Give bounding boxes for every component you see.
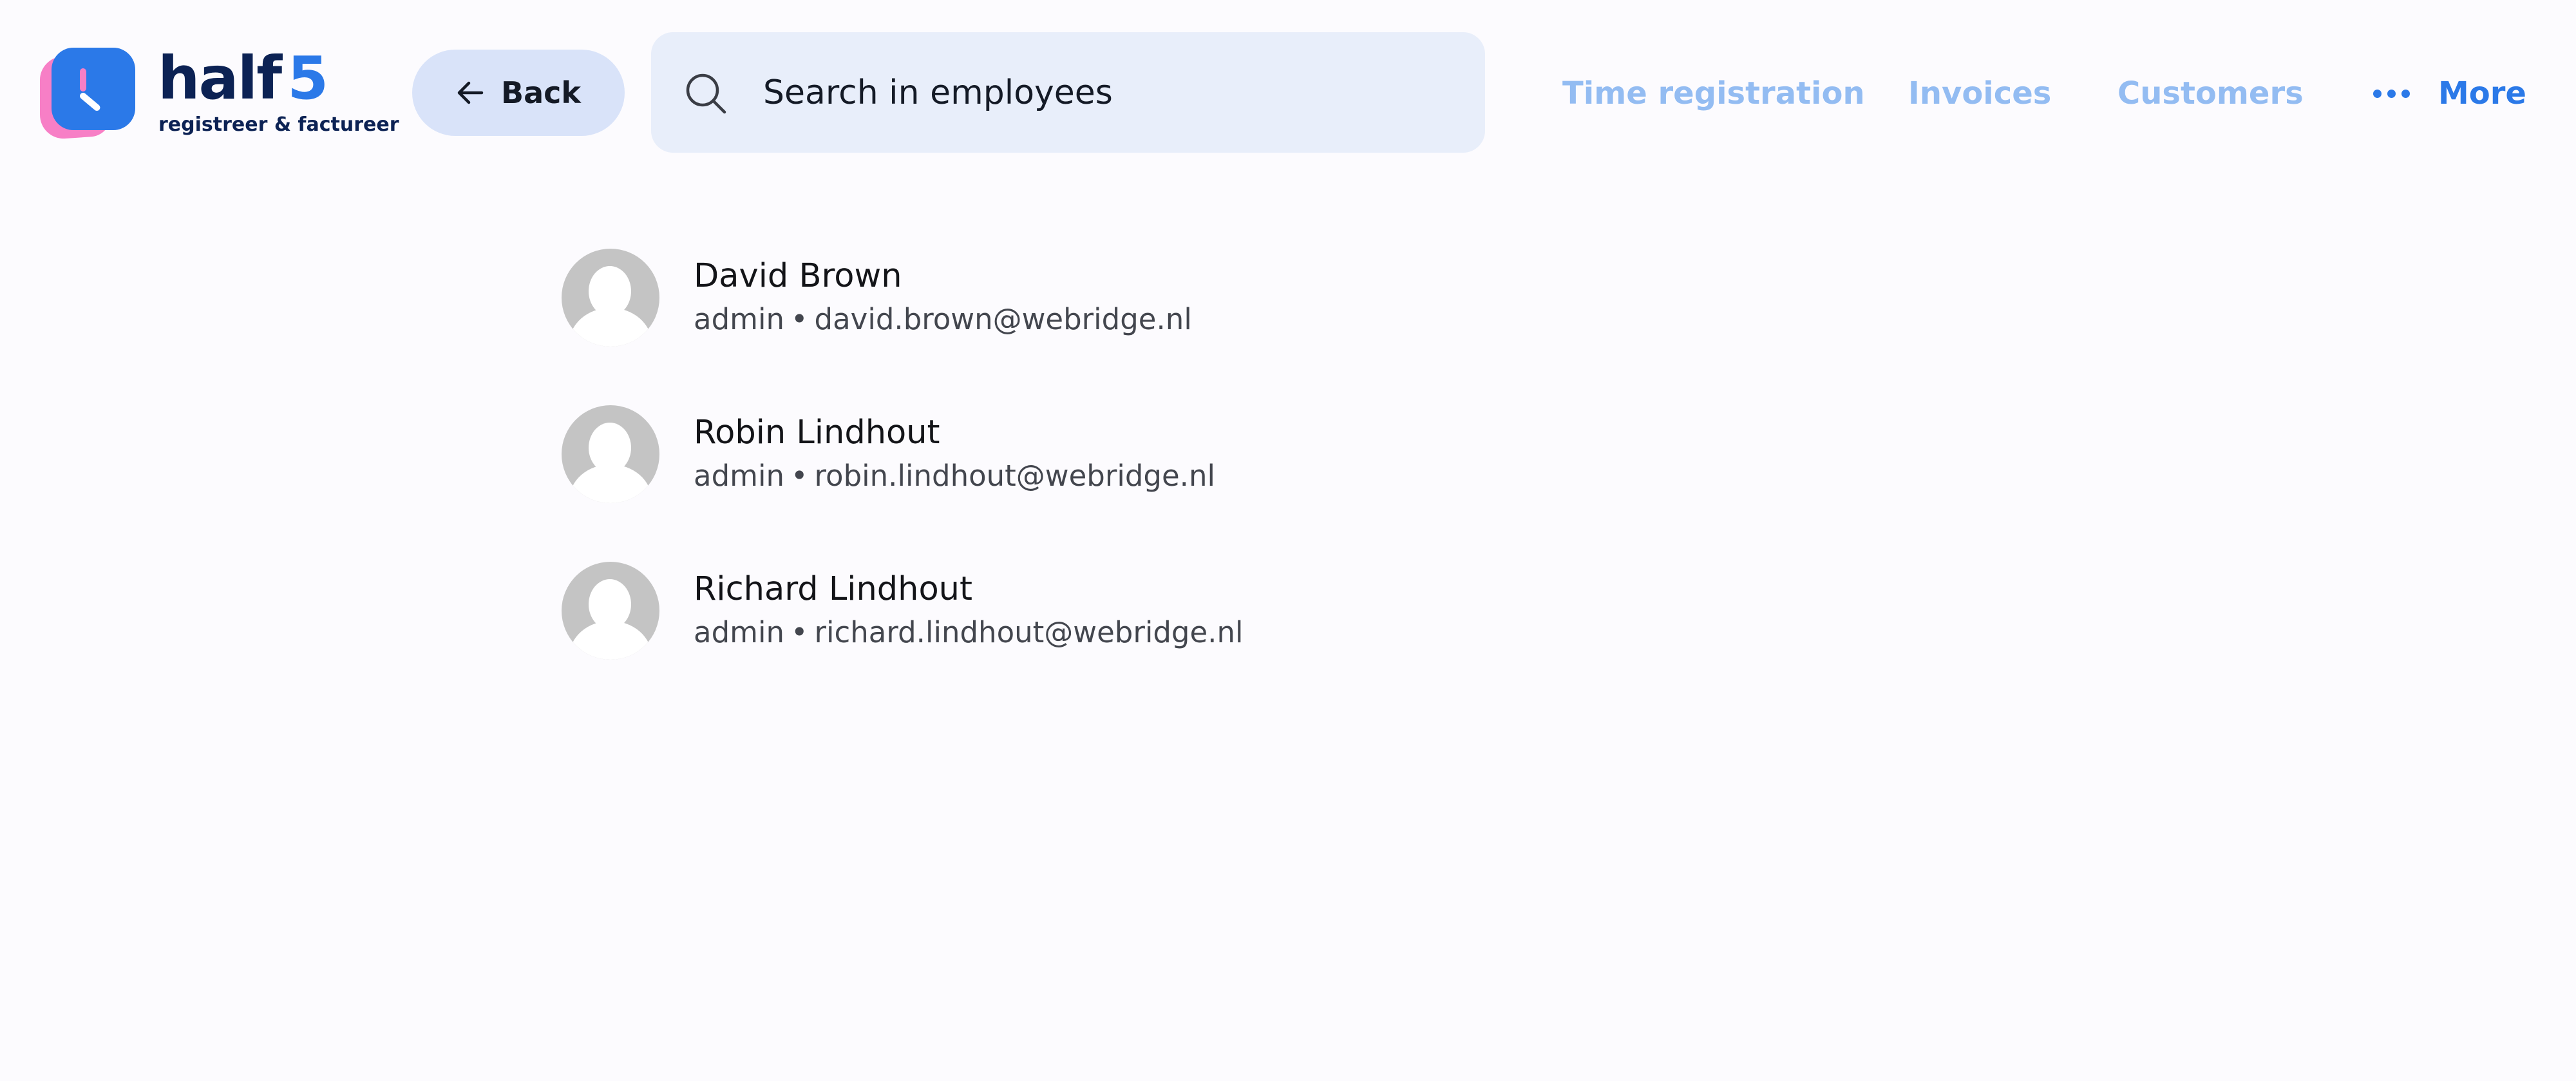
brand-number: 5 xyxy=(287,44,328,113)
employee-list: David Brown admin • david.brown@webridge.n… xyxy=(562,249,1463,718)
nav-customers[interactable]: Customers xyxy=(2117,71,2304,116)
brand-logo[interactable]: half 5 registreer & factureer xyxy=(39,46,399,143)
employee-role: admin xyxy=(694,302,784,336)
employee-row[interactable]: David Brown admin • david.brown@webridge.n… xyxy=(562,249,1463,405)
brand-wordmark: half 5 xyxy=(158,49,328,108)
avatar-placeholder-icon xyxy=(562,249,659,347)
employee-email: richard.lindhout@webridge.nl xyxy=(814,615,1244,649)
employee-meta: admin • robin.lindhout@webridge.nl xyxy=(694,458,1215,494)
avatar-placeholder-icon xyxy=(562,562,659,660)
search-box[interactable] xyxy=(651,32,1485,153)
employee-name: Robin Lindhout xyxy=(694,414,940,452)
meta-separator: • xyxy=(791,459,808,493)
employee-email: david.brown@webridge.nl xyxy=(814,302,1192,336)
employee-row[interactable]: Robin Lindhout admin • robin.lindhout@webr… xyxy=(562,405,1463,562)
brand-tagline: registreer & factureer xyxy=(158,113,399,136)
nav-time-registration[interactable]: Time registration xyxy=(1562,71,1865,116)
employee-meta: admin • david.brown@webridge.nl xyxy=(694,301,1192,338)
back-button[interactable]: Back xyxy=(412,50,625,136)
employee-name: Richard Lindhout xyxy=(694,570,973,608)
avatar-placeholder-icon xyxy=(562,405,659,503)
employee-name: David Brown xyxy=(694,257,902,295)
clock-logo-icon xyxy=(39,46,135,143)
search-icon xyxy=(683,71,730,117)
top-bar: half5 registreer & factureer Back Time r… xyxy=(0,0,2576,187)
nav-more-button[interactable]: More xyxy=(2373,71,2526,116)
brand-name: half xyxy=(158,44,282,113)
more-horizontal-icon xyxy=(2373,89,2410,98)
employee-role: admin xyxy=(694,459,784,493)
employee-meta: admin • richard.lindhout@webridge.nl xyxy=(694,615,1243,651)
meta-separator: • xyxy=(791,302,808,336)
search-input[interactable] xyxy=(763,32,1459,153)
employee-row[interactable]: Richard Lindhout admin • richard.lindhout@… xyxy=(562,562,1463,718)
back-button-label: Back xyxy=(501,75,581,110)
meta-separator: • xyxy=(791,615,808,649)
employee-role: admin xyxy=(694,615,784,649)
employee-email: robin.lindhout@webridge.nl xyxy=(814,459,1215,493)
arrow-left-icon xyxy=(456,80,484,106)
nav-more-label: More xyxy=(2438,75,2526,111)
nav-invoices[interactable]: Invoices xyxy=(1908,71,2051,116)
